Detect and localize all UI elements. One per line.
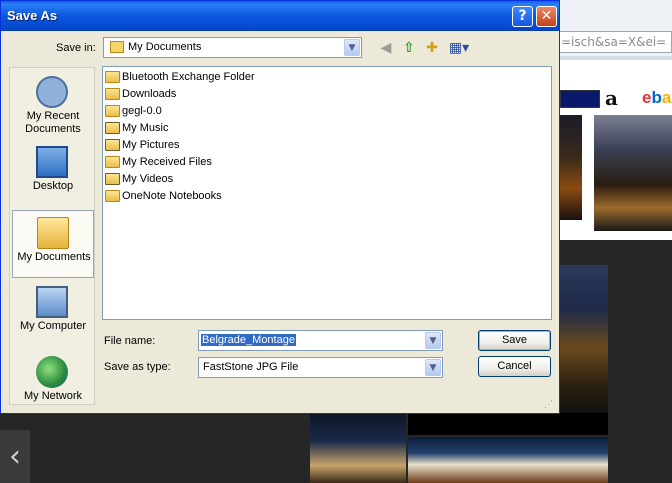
save-as-type-label: Save as type: [104,361,171,373]
help-button[interactable]: ? [512,6,533,27]
views-menu-icon[interactable]: ▦▾ [448,39,470,57]
place-label: My Documents [17,251,91,263]
browser-address-bar[interactable]: =isch&sa=X&ei= [558,31,672,53]
close-button[interactable]: ✕ [536,6,557,27]
place-label: Desktop [32,180,74,192]
folder-icon [105,190,120,202]
file-name: Bluetooth Exchange Folder [122,71,255,83]
ebay-logo-b: b [651,88,662,107]
recent-documents-icon [36,76,68,108]
folder-icon [105,105,120,117]
ebay-logo[interactable]: eba [642,88,671,108]
save-in-dropdown[interactable]: My Documents ▼ [103,37,362,58]
file-name-value: Belgrade_Montage [201,334,296,346]
file-name-input[interactable]: Belgrade_Montage ▼ [198,330,443,351]
browser-search-box[interactable] [560,90,600,108]
file-name: My Pictures [122,139,180,151]
my-documents-icon [37,217,69,249]
place-my-network[interactable]: My Network [12,350,94,418]
file-list[interactable]: Bluetooth Exchange Folder Downloads gegl… [102,66,552,320]
cancel-button[interactable]: Cancel [478,356,551,377]
amazon-logo[interactable]: a [605,86,629,110]
back-arrow-icon[interactable]: ◀ [377,39,395,57]
file-name-dropdown[interactable]: ▼ [424,331,442,350]
folder-icon [105,156,120,168]
chevron-down-icon[interactable]: ▼ [344,39,360,56]
videos-folder-icon [105,173,120,185]
file-name: My Music [122,122,169,134]
image-preview[interactable] [556,265,608,415]
place-my-recent-documents[interactable]: My Recent Documents [12,70,94,138]
file-name: gegl-0.0 [122,105,162,117]
place-label: My Network [23,390,83,402]
up-folder-icon[interactable]: ⇧ [400,39,418,57]
place-my-computer[interactable]: My Computer [12,280,94,348]
folder-icon [110,41,124,53]
save-as-dialog: Save As ? ✕ Save in: My Documents ▼ ◀ ⇧ … [0,0,560,414]
file-name-label: File name: [104,335,156,347]
save-as-type-dropdown[interactable]: FastStone JPG File ▼ [198,357,443,378]
desktop-icon [36,146,68,178]
my-computer-icon [36,286,68,318]
music-folder-icon [105,122,120,134]
place-label: My Computer [19,320,87,332]
pictures-folder-icon [105,139,120,151]
dialog-title-bar[interactable]: Save As ? ✕ [1,1,559,31]
image-strip [408,413,608,435]
save-button[interactable]: Save [478,330,551,351]
save-in-value: My Documents [128,41,202,53]
place-label: My Recent [26,110,80,122]
image-preview[interactable] [310,413,406,483]
image-thumbnail[interactable] [594,115,672,231]
places-bar: My Recent Documents Desktop My Documents … [9,67,95,405]
place-desktop[interactable]: Desktop [12,140,94,208]
chevron-down-icon[interactable]: ▼ [425,359,441,376]
save-as-type-value: FastStone JPG File [203,361,299,373]
resize-grip-icon[interactable]: ⋰ [544,399,556,411]
place-label: Documents [25,123,81,135]
file-name: Downloads [122,88,177,100]
image-preview[interactable] [408,437,608,483]
save-in-label: Save in: [56,42,96,54]
new-folder-icon[interactable]: ✚ [423,39,441,57]
chevron-down-icon[interactable]: ▼ [425,332,441,349]
my-network-icon [36,356,68,388]
folder-icon [105,88,120,100]
file-name: OneNote Notebooks [122,190,222,202]
place-my-documents[interactable]: My Documents [12,210,94,278]
folder-icon [105,71,120,83]
file-name: My Received Files [122,156,212,168]
file-name: My Videos [122,173,174,185]
dialog-title: Save As [7,8,58,23]
ebay-logo-a: a [661,88,672,107]
previous-arrow-icon[interactable]: ‹ [0,430,30,483]
